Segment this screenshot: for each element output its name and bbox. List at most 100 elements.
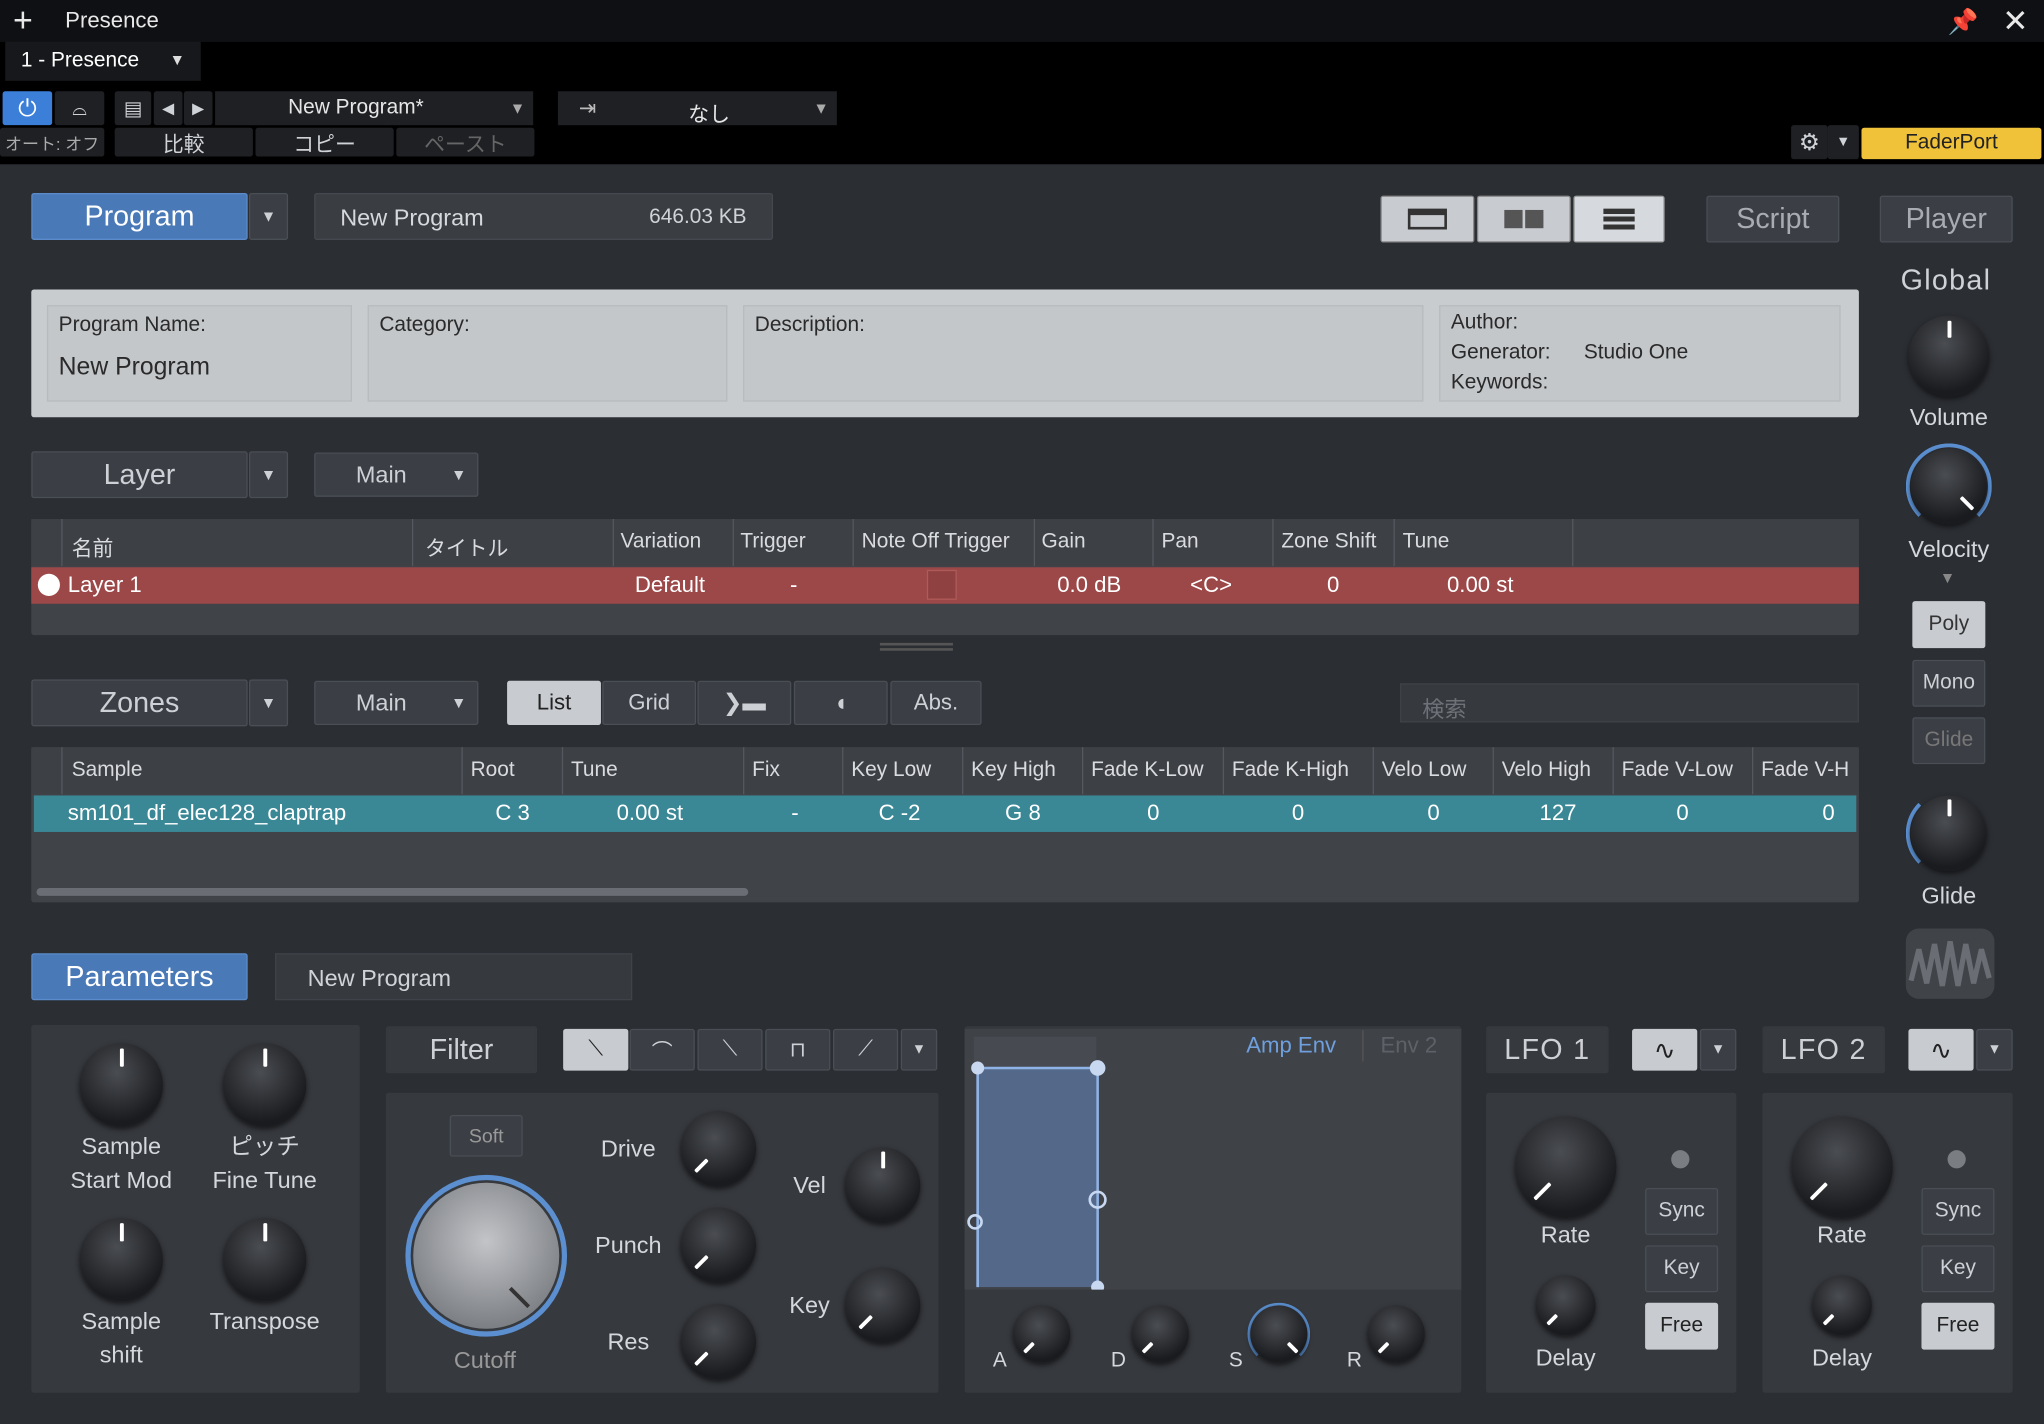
layer-col-title[interactable]: タイトル — [425, 531, 508, 562]
notch-icon[interactable]: ⊓ — [765, 1028, 831, 1071]
program-menu-button[interactable]: ▼ — [248, 192, 289, 240]
layer-col-note-off[interactable]: Note Off Trigger — [862, 531, 1010, 554]
release-knob[interactable] — [1367, 1305, 1425, 1363]
sample-shift-knob[interactable] — [79, 1217, 163, 1302]
tab-amp-env[interactable]: Amp Env — [1246, 1033, 1336, 1059]
chevron-down-icon[interactable]: ▼ — [1827, 125, 1859, 160]
next-preset-icon[interactable]: ▶ — [183, 91, 213, 126]
lfo2-sync-button[interactable]: Sync — [1921, 1187, 1995, 1235]
power-button[interactable]: ⏻ — [2, 91, 53, 126]
automation-icon[interactable]: ⌓ — [54, 91, 105, 126]
punch-knob[interactable] — [680, 1207, 757, 1284]
zone-col-sample[interactable]: Sample — [72, 759, 143, 782]
zone-col-fade-k-high[interactable]: Fade K-High — [1232, 759, 1349, 782]
volume-knob[interactable] — [1908, 315, 1990, 397]
glide-knob[interactable] — [1911, 795, 1987, 872]
cutoff-knob[interactable] — [413, 1182, 560, 1329]
lfo2-delay-knob[interactable] — [1811, 1275, 1872, 1336]
zone-col-velo-high[interactable]: Velo High — [1502, 759, 1591, 782]
description-box[interactable]: Description: — [743, 305, 1424, 402]
res-knob[interactable] — [680, 1304, 757, 1380]
zone-col-fade-k-low[interactable]: Fade K-Low — [1091, 759, 1203, 782]
sustain-knob[interactable] — [1250, 1305, 1308, 1363]
decay-knob[interactable] — [1131, 1305, 1189, 1363]
zone-col-key-low[interactable]: Key Low — [851, 759, 931, 782]
instance-selector[interactable]: 1 - Presence ▼ — [5, 41, 201, 81]
prev-preset-icon[interactable]: ◀ — [153, 91, 183, 126]
drive-knob[interactable] — [680, 1111, 757, 1187]
script-button[interactable]: Script — [1706, 195, 1840, 243]
lfo2-key-button[interactable]: Key — [1921, 1245, 1995, 1293]
search-input[interactable]: 検索 — [1400, 683, 1859, 723]
zones-group-select[interactable]: Main ▼ — [314, 680, 479, 726]
tab-env-2[interactable]: Env 2 — [1380, 1033, 1437, 1059]
lfo2-sine-icon[interactable]: ∿ — [1908, 1028, 1974, 1071]
device-button[interactable]: FaderPort — [1861, 127, 2042, 160]
zone-col-fade-v-low[interactable]: Fade V-Low — [1622, 759, 1733, 782]
lfo2-rate-knob[interactable] — [1791, 1116, 1893, 1218]
table-row[interactable]: Layer 1 Default - 0.0 dB <C> 0 0.00 st — [31, 567, 1859, 604]
lfo1-sync-button[interactable]: Sync — [1645, 1187, 1719, 1235]
tab-layer[interactable]: Layer — [31, 451, 248, 499]
vel-knob[interactable] — [844, 1147, 921, 1224]
zone-col-fix[interactable]: Fix — [752, 759, 780, 782]
fine-tune-knob[interactable] — [222, 1043, 307, 1127]
note-off-checkbox[interactable] — [926, 569, 957, 600]
auto-off-button[interactable]: オート: オフ — [0, 127, 105, 157]
view-grid-button[interactable]: Grid — [602, 680, 697, 726]
zone-col-velo-low[interactable]: Velo Low — [1382, 759, 1467, 782]
soft-button[interactable]: Soft — [449, 1114, 523, 1157]
layer-col-zone-shift[interactable]: Zone Shift — [1281, 531, 1376, 554]
zone-col-root[interactable]: Root — [471, 759, 515, 782]
poly-button[interactable]: Poly — [1912, 601, 1986, 649]
filter-type-chevron-icon[interactable]: ▼ — [900, 1028, 938, 1071]
compare-button[interactable]: 比較 — [114, 127, 253, 157]
preset-icon[interactable]: ▤ — [114, 91, 152, 126]
gear-icon[interactable]: ⚙ — [1791, 125, 1828, 160]
sidechain-selector[interactable]: ⇥ なし ▼ — [557, 91, 837, 126]
layer-menu-button[interactable]: ▼ — [248, 451, 289, 499]
category-box[interactable]: Category: — [367, 305, 728, 402]
shelf-icon[interactable]: ⟋ — [832, 1028, 899, 1071]
tab-parameters[interactable]: Parameters — [31, 953, 248, 1001]
preset-selector[interactable]: New Program* ▼ — [215, 91, 534, 126]
layer-col-pan[interactable]: Pan — [1161, 531, 1198, 554]
transpose-knob[interactable] — [222, 1217, 307, 1302]
zones-menu-button[interactable]: ▼ — [248, 679, 289, 727]
view-list-icon[interactable] — [1573, 195, 1665, 243]
layer-col-variation[interactable]: Variation — [620, 531, 701, 554]
lfo1-sine-icon[interactable]: ∿ — [1632, 1028, 1698, 1071]
mono-button[interactable]: Mono — [1912, 659, 1986, 707]
sample-start-knob[interactable] — [79, 1043, 163, 1127]
program-name-box[interactable]: Program Name: New Program — [46, 305, 352, 402]
waveform-icon[interactable]: ◖ — [793, 680, 888, 726]
tab-zones[interactable]: Zones — [31, 679, 248, 727]
lfo2-wave-chevron-icon[interactable]: ▼ — [1976, 1028, 2013, 1071]
lfo1-rate-knob[interactable] — [1514, 1116, 1617, 1218]
lfo1-wave-chevron-icon[interactable]: ▼ — [1699, 1028, 1737, 1071]
layer-col-trigger[interactable]: Trigger — [740, 531, 805, 554]
tab-program[interactable]: Program — [31, 192, 248, 240]
copy-button[interactable]: コピー — [255, 127, 394, 157]
lfo1-free-button[interactable]: Free — [1645, 1302, 1719, 1350]
player-button[interactable]: Player — [1879, 195, 2013, 243]
lowpass-icon[interactable]: ⟍ — [563, 1028, 629, 1071]
sample-icon[interactable]: ❯▬ — [697, 680, 792, 726]
close-icon[interactable]: ✕ — [2002, 3, 2028, 41]
key-knob[interactable] — [844, 1267, 921, 1344]
lfo1-key-button[interactable]: Key — [1645, 1245, 1719, 1293]
view-list-button[interactable]: List — [507, 680, 601, 726]
lfo2-free-button[interactable]: Free — [1921, 1302, 1995, 1350]
zone-col-tune[interactable]: Tune — [571, 759, 618, 782]
velocity-knob[interactable] — [1911, 448, 1987, 525]
layer-group-select[interactable]: Main ▼ — [314, 452, 479, 497]
pin-icon[interactable]: 📌 — [1948, 7, 1979, 38]
layer-enabled-icon[interactable] — [37, 573, 60, 596]
view-single-icon[interactable] — [1380, 195, 1475, 243]
horizontal-scrollbar[interactable] — [36, 888, 749, 896]
view-split-icon[interactable] — [1476, 195, 1571, 243]
highpass-icon[interactable]: ⟍ — [697, 1028, 763, 1071]
lfo1-delay-knob[interactable] — [1535, 1275, 1596, 1336]
paste-button[interactable]: ペースト — [396, 127, 535, 157]
layer-col-name[interactable]: 名前 — [72, 531, 114, 562]
